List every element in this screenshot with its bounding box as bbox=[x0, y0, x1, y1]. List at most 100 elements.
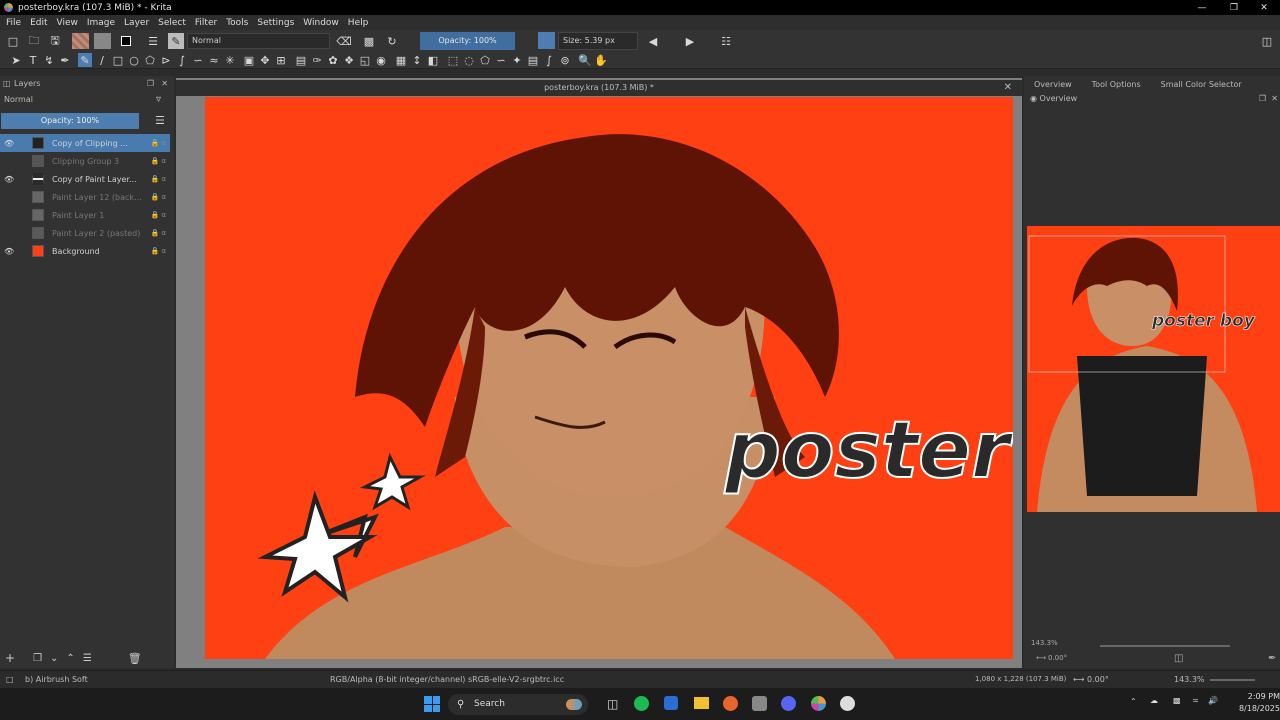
freehand-path-tool-icon[interactable]: ∽ bbox=[192, 54, 204, 67]
layer-opacity-slider[interactable]: Opacity: 100% bbox=[1, 113, 139, 129]
menu-edit[interactable]: Edit bbox=[30, 18, 47, 28]
blend-mode-select[interactable]: Normal bbox=[187, 33, 330, 49]
start-windows-icon[interactable] bbox=[424, 696, 440, 712]
layer-row[interactable]: Clipping Group 3 🔒 α bbox=[0, 152, 170, 170]
layer-properties-icon[interactable]: ☰ bbox=[83, 653, 92, 664]
gradient-preset-icon[interactable] bbox=[72, 33, 89, 49]
polygon-tool-icon[interactable]: ⬠ bbox=[144, 54, 156, 67]
file-explorer-icon[interactable] bbox=[694, 697, 709, 709]
add-layer-icon[interactable]: + bbox=[5, 651, 15, 665]
tray-overflow-icon[interactable]: ⌃ bbox=[1130, 697, 1137, 706]
layer-options-icon[interactable]: ☰ bbox=[155, 114, 165, 127]
brush-preset-icon[interactable]: □ bbox=[6, 675, 14, 684]
freehand-select-tool-icon[interactable]: ∽ bbox=[495, 54, 507, 67]
pattern-preset-icon[interactable] bbox=[94, 33, 111, 49]
crop-wrap-icon[interactable]: ☷ bbox=[718, 34, 734, 48]
menu-window[interactable]: Window bbox=[303, 18, 339, 28]
status-zoom-field[interactable]: 143.3% bbox=[1174, 675, 1205, 684]
layer-row[interactable]: Paint Layer 1 🔒 α bbox=[0, 206, 170, 224]
menu-tools[interactable]: Tools bbox=[226, 18, 248, 28]
tab-tool-options[interactable]: Tool Options bbox=[1092, 80, 1141, 94]
pan-tool-icon[interactable]: ✋ bbox=[594, 54, 608, 67]
tab-overview[interactable]: Overview bbox=[1034, 80, 1072, 94]
ellipse-tool-icon[interactable]: ○ bbox=[128, 54, 140, 67]
close-document-icon[interactable]: ✕ bbox=[1004, 80, 1012, 96]
mirror-view-icon[interactable]: ◫ bbox=[1174, 653, 1183, 664]
edit-shapes-tool-icon[interactable]: ↯ bbox=[43, 54, 55, 67]
float-docker-icon[interactable]: ❐ bbox=[147, 79, 154, 88]
opacity-slider[interactable]: Opacity: 100% bbox=[420, 32, 515, 50]
layer-row[interactable]: 👁 Background 🔒 α bbox=[0, 242, 170, 260]
rectangle-tool-icon[interactable]: □ bbox=[112, 54, 124, 67]
overview-zoom-value[interactable]: 143.3% bbox=[1031, 639, 1058, 647]
layer-row[interactable]: Paint Layer 12 (back... 🔒 α bbox=[0, 188, 170, 206]
measure-tool-icon[interactable]: ↕ bbox=[411, 54, 423, 67]
taskbar-search[interactable]: ⚲ Search bbox=[448, 694, 588, 715]
filter-icon[interactable]: ▿ bbox=[156, 94, 161, 105]
discord-icon[interactable] bbox=[781, 696, 796, 711]
smart-patch-tool-icon[interactable]: ❖ bbox=[343, 54, 355, 67]
rect-select-tool-icon[interactable]: ⬚ bbox=[447, 54, 459, 67]
magnetic-select-tool-icon[interactable]: ⊚ bbox=[559, 54, 571, 67]
pin-icon[interactable]: ✒ bbox=[1268, 653, 1276, 664]
color-picker-tool-icon[interactable]: ✑ bbox=[311, 54, 323, 67]
bezier-select-tool-icon[interactable]: ∫ bbox=[543, 54, 555, 67]
layer-flags-icon[interactable]: 🔒 α bbox=[150, 229, 166, 237]
save-document-icon[interactable]: 🖫 bbox=[48, 34, 62, 48]
colorize-mask-tool-icon[interactable]: ✿ bbox=[327, 54, 339, 67]
open-document-icon[interactable]: 🗀 bbox=[27, 34, 41, 48]
status-rotation-field[interactable]: 0.00° bbox=[1087, 675, 1109, 684]
layer-flags-icon[interactable]: 🔒 α bbox=[150, 157, 166, 165]
new-document-icon[interactable]: □ bbox=[6, 34, 20, 48]
app-icon[interactable] bbox=[752, 696, 767, 711]
close-docker-icon[interactable]: ✕ bbox=[161, 79, 168, 88]
ellipse-select-tool-icon[interactable]: ◌ bbox=[463, 54, 475, 67]
freehand-brush-tool-icon[interactable]: ✎ bbox=[78, 53, 92, 67]
artwork-canvas[interactable]: poster bbox=[205, 97, 1013, 659]
reload-preset-icon[interactable]: ↻ bbox=[385, 34, 399, 48]
bezier-tool-icon[interactable]: ∫ bbox=[176, 54, 188, 67]
float-overview-icon[interactable]: ❐ bbox=[1259, 94, 1266, 103]
krita-taskbar-icon[interactable] bbox=[811, 696, 826, 711]
menu-file[interactable]: File bbox=[6, 18, 21, 28]
polygon-select-tool-icon[interactable]: ⬠ bbox=[479, 54, 491, 67]
polyline-tool-icon[interactable]: ⊳ bbox=[160, 54, 172, 67]
network-icon[interactable]: ▩ bbox=[1173, 696, 1181, 705]
mirror-horizontal-icon[interactable]: ◀ bbox=[645, 34, 661, 48]
reference-images-tool-icon[interactable]: ◧ bbox=[427, 54, 439, 67]
close-overview-icon[interactable]: ✕ bbox=[1271, 94, 1278, 103]
transform-tool-icon[interactable]: ▣ bbox=[243, 54, 255, 67]
tab-small-color-selector[interactable]: Small Color Selector bbox=[1161, 80, 1242, 94]
select-shapes-tool-icon[interactable]: ➤ bbox=[10, 54, 22, 67]
zoom-tool-icon[interactable]: 🔍 bbox=[578, 54, 592, 67]
enclose-fill-tool-icon[interactable]: ◉ bbox=[375, 54, 387, 67]
similar-select-tool-icon[interactable]: ▤ bbox=[527, 54, 539, 67]
menu-filter[interactable]: Filter bbox=[195, 18, 217, 28]
layer-row[interactable]: 👁 Copy of Clipping ... 🔒 α bbox=[0, 134, 170, 152]
firefox-icon[interactable] bbox=[723, 696, 738, 711]
move-layer-down-icon[interactable]: ⌄ bbox=[50, 653, 58, 664]
overview-thumbnail[interactable]: poster boy bbox=[1027, 226, 1280, 512]
layer-flags-icon[interactable]: 🔒 α bbox=[150, 175, 166, 183]
text-tool-icon[interactable]: T bbox=[27, 54, 39, 67]
visibility-eye-icon[interactable]: 👁 bbox=[4, 175, 14, 184]
layer-flags-icon[interactable]: 🔒 α bbox=[150, 139, 166, 147]
wifi-icon[interactable]: ≍ bbox=[1192, 696, 1199, 705]
brush-preset-icon[interactable]: ✎ bbox=[168, 33, 184, 49]
overview-rotation-field[interactable]: 0.00° bbox=[1048, 654, 1067, 662]
clock-time[interactable]: 2:09 PM bbox=[1230, 692, 1280, 701]
multibrush-tool-icon[interactable]: ✳ bbox=[224, 54, 236, 67]
menu-settings[interactable]: Settings bbox=[257, 18, 294, 28]
app-store-icon[interactable] bbox=[664, 696, 678, 710]
eraser-mode-icon[interactable]: ⌫ bbox=[336, 34, 352, 48]
dynamic-brush-tool-icon[interactable]: ≈ bbox=[208, 54, 220, 67]
assistant-tool-icon[interactable]: ▦ bbox=[395, 54, 407, 67]
task-view-icon[interactable]: ◫ bbox=[607, 697, 618, 711]
layer-flags-icon[interactable]: 🔒 α bbox=[150, 247, 166, 255]
layer-blend-mode-select[interactable]: Normal bbox=[4, 95, 33, 104]
layer-row[interactable]: Paint Layer 2 (pasted) 🔒 α bbox=[0, 224, 170, 242]
crop-tool-icon[interactable]: ⊞ bbox=[275, 54, 287, 67]
move-layer-up-icon[interactable]: ⌃ bbox=[66, 653, 74, 664]
clock-date[interactable]: 8/18/2025 bbox=[1230, 704, 1280, 713]
preserve-alpha-icon[interactable]: ▩ bbox=[362, 34, 376, 48]
